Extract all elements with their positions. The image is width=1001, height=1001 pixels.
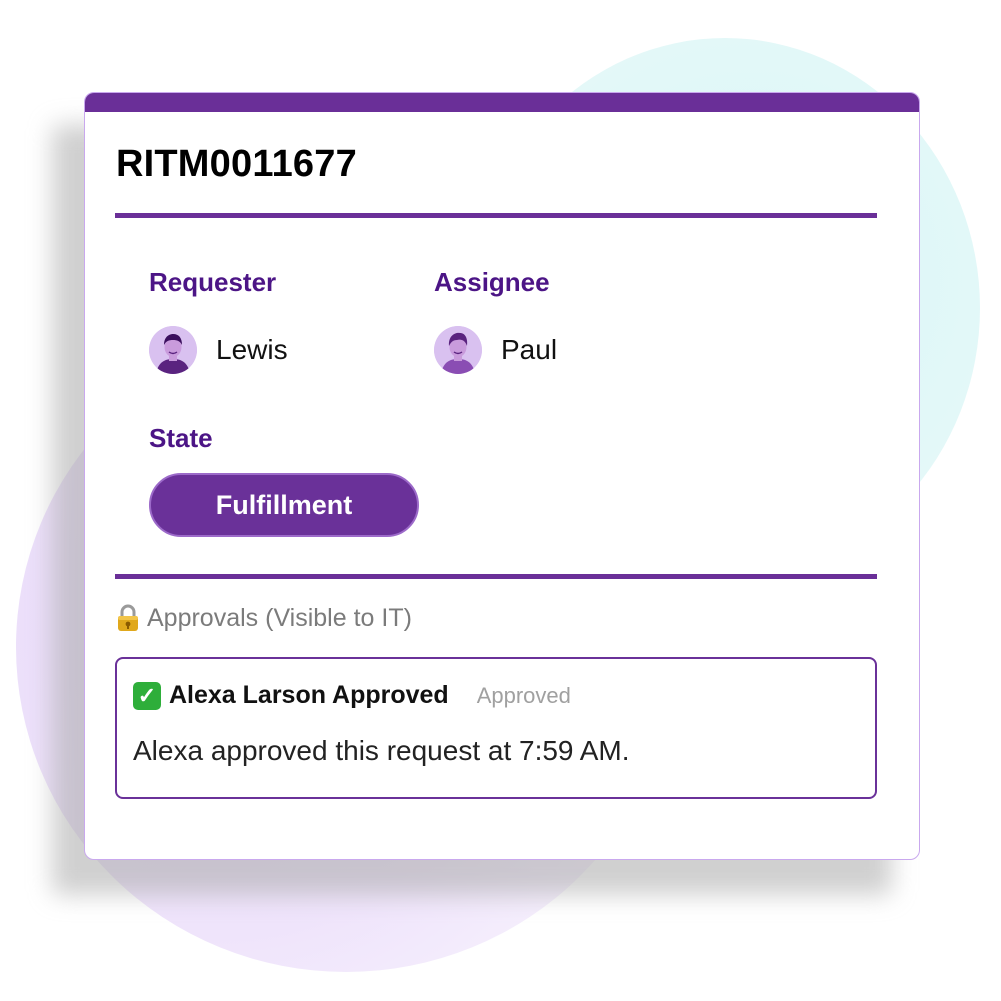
approval-status: Approved [476, 682, 571, 708]
divider [115, 574, 877, 579]
assignee-label: Assignee [434, 267, 550, 297]
state-badge[interactable]: Fulfillment [149, 473, 419, 537]
approval-description: Alexa approved this request at 7:59 AM. [133, 735, 630, 766]
requester-name: Lewis [216, 334, 288, 365]
assignee-name: Paul [501, 334, 558, 365]
assignee[interactable]: Paul [434, 326, 557, 374]
person-avatar-icon [149, 326, 197, 374]
requester[interactable]: Lewis [149, 326, 288, 374]
person-avatar-icon [434, 326, 482, 374]
requester-label: Requester [149, 267, 277, 297]
state-label: State [149, 423, 213, 453]
approvals-heading: Approvals (Visible to IT) [115, 603, 412, 633]
ticket-card: RITM0011677 Requester Lewis Assignee Pau… [84, 92, 920, 860]
approval-item: ✓ Alexa Larson Approved Approved Alexa a… [115, 657, 877, 799]
lock-key-icon [118, 604, 138, 631]
divider [115, 213, 877, 218]
check-mark-icon: ✓ [133, 681, 161, 710]
approval-header: ✓ Alexa Larson Approved Approved [133, 681, 571, 710]
ticket-id: RITM0011677 [116, 143, 357, 185]
card-header-bar [85, 93, 919, 112]
approvals-heading-text: Approvals (Visible to IT) [147, 603, 412, 632]
approval-title: Alexa Larson Approved [169, 681, 449, 709]
